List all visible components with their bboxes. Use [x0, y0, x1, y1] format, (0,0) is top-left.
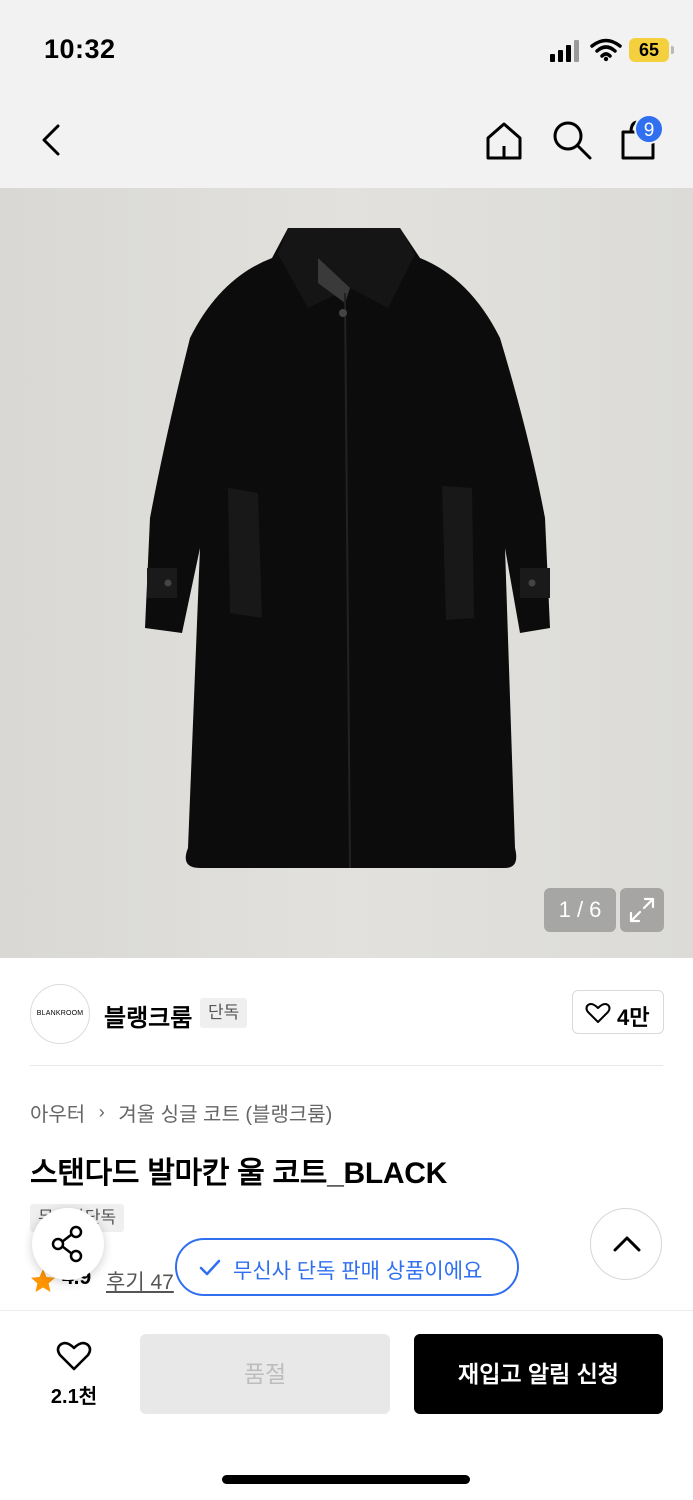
status-bar: 10:32 65 [0, 0, 693, 92]
brand-like-button[interactable]: 4만 [572, 990, 664, 1034]
breadcrumb: 아우터 › 겨울 싱글 코트 (블랭크룸) [30, 1098, 332, 1127]
toast-text: 무신사 단독 판매 상품이에요 [233, 1260, 483, 1283]
breadcrumb-subcategory[interactable]: 겨울 싱글 코트 (블랭크룸) [118, 1104, 332, 1126]
back-icon[interactable] [30, 118, 74, 162]
chevron-up-icon [613, 1236, 641, 1252]
product-image[interactable] [0, 188, 693, 958]
wifi-icon [590, 38, 622, 62]
battery-tip [671, 46, 674, 54]
image-counter: 1 / 6 [544, 888, 616, 932]
heart-icon [56, 1341, 92, 1371]
scroll-top-button[interactable] [590, 1208, 662, 1280]
review-link[interactable]: 후기 47 [106, 1266, 174, 1296]
chevron-right-icon: › [98, 1102, 105, 1122]
heart-icon [585, 1003, 611, 1023]
home-indicator [222, 1475, 470, 1484]
expand-icon[interactable] [620, 888, 664, 932]
brand-like-count: 4만 [617, 1005, 650, 1030]
breadcrumb-category[interactable]: 아우터 [30, 1104, 85, 1126]
share-icon [51, 1225, 83, 1263]
exclusive-tag: 단독 [200, 998, 248, 1028]
restock-alert-button[interactable]: 재입고 알림 신청 [414, 1334, 663, 1414]
search-icon[interactable] [548, 116, 596, 164]
signal-icon [550, 40, 579, 62]
soldout-button: 품절 [140, 1334, 390, 1414]
cart-badge: 9 [634, 114, 664, 144]
brand-logo[interactable]: BLANKROOM [30, 984, 90, 1044]
share-button[interactable] [32, 1208, 104, 1280]
check-icon [199, 1259, 221, 1276]
coat-image [145, 228, 550, 869]
exclusive-toast: 무신사 단독 판매 상품이에요 [175, 1238, 519, 1296]
top-nav [0, 92, 693, 188]
home-icon[interactable] [480, 116, 528, 164]
divider [30, 1065, 663, 1066]
brand-name[interactable]: 블랭크룸 [104, 998, 192, 1033]
product-title: 스탠다드 발마칸 울 코트_BLACK [30, 1157, 447, 1190]
wishlist-count: 2.1천 [50, 1386, 98, 1408]
status-time: 10:32 [44, 34, 116, 64]
wishlist-button[interactable]: 2.1천 [38, 1336, 110, 1408]
battery-indicator: 65 [629, 38, 669, 62]
